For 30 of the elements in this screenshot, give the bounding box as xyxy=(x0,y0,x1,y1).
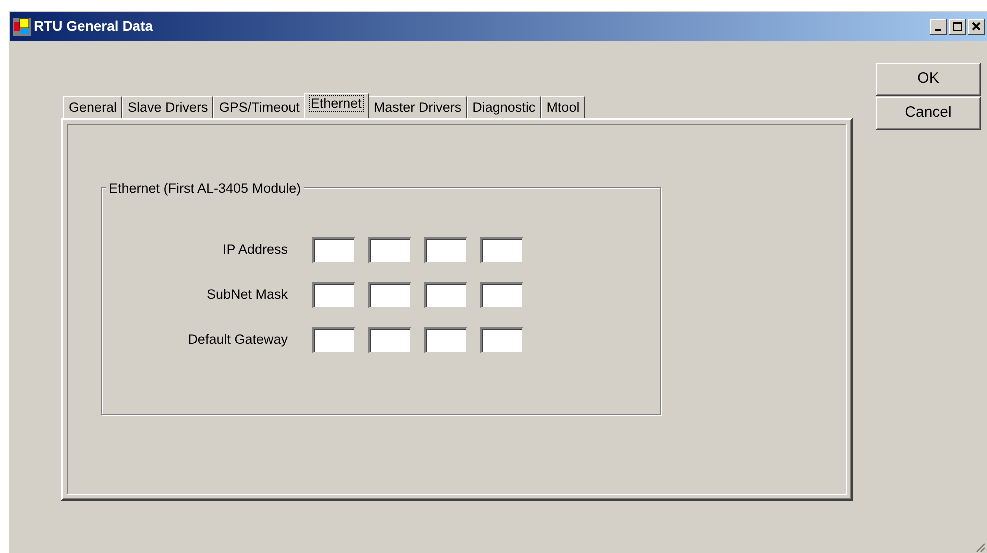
octet-field[interactable] xyxy=(368,237,412,264)
octet-field[interactable] xyxy=(368,327,412,354)
octet-field[interactable] xyxy=(312,327,356,354)
octet-field[interactable] xyxy=(312,237,356,264)
tab[interactable]: General xyxy=(63,96,122,118)
tab[interactable]: GPS/Timeout xyxy=(213,96,305,118)
resize-grip-icon[interactable] xyxy=(974,541,986,553)
minimize-button[interactable] xyxy=(930,18,947,34)
tab[interactable]: Diagnostic xyxy=(466,96,541,118)
field-label: Default Gateway xyxy=(187,331,289,350)
maximize-button[interactable] xyxy=(949,18,966,34)
tab[interactable]: Slave Drivers xyxy=(122,96,214,118)
octet-field[interactable] xyxy=(480,237,524,264)
octet-field[interactable] xyxy=(480,282,524,309)
octet-field[interactable] xyxy=(368,282,412,309)
close-button[interactable] xyxy=(968,18,985,34)
tab[interactable]: Master Drivers xyxy=(368,96,467,118)
field-label: IP Address xyxy=(222,241,289,260)
tab[interactable]: Mtool xyxy=(540,96,585,118)
octet-field[interactable] xyxy=(424,282,468,309)
octet-field[interactable] xyxy=(312,282,356,309)
tab[interactable]: Ethernet xyxy=(304,93,369,118)
app-icon xyxy=(13,18,31,36)
octet-field[interactable] xyxy=(424,237,468,264)
field-label: SubNet Mask xyxy=(206,286,289,304)
window-title: RTU General Data xyxy=(34,17,154,36)
dialog-button[interactable]: OK xyxy=(876,63,981,96)
octet-field[interactable] xyxy=(424,327,468,354)
dialog-button[interactable]: Cancel xyxy=(876,97,981,130)
octet-field[interactable] xyxy=(480,327,524,354)
